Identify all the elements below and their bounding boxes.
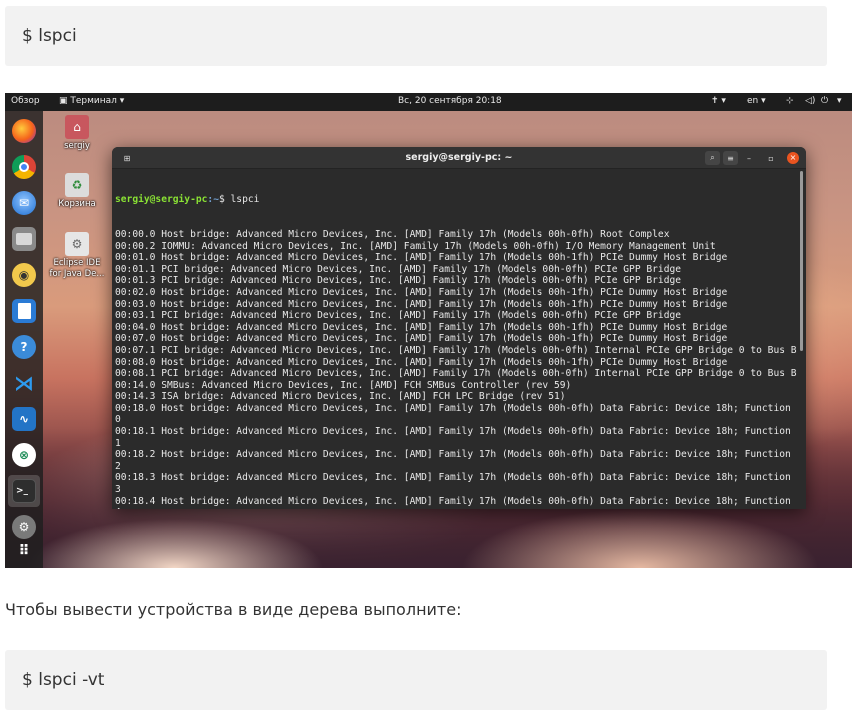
terminal-output-line: 00:07.0 Host bridge: Advanced Micro Devi… [115, 333, 728, 345]
code-block-lspci-vt: $ lspci -vt [5, 650, 827, 710]
terminal-title: sergiy@sergiy-pc: ~ [405, 152, 513, 163]
top-bar: Обзор ▣ Терминал ▾ Вс, 20 сентября 20:18… [5, 93, 852, 111]
thunderbird-icon[interactable]: ✉ [12, 191, 36, 215]
terminal-output-line: 1 [115, 437, 121, 449]
chrome-icon[interactable] [12, 155, 36, 179]
minimize-icon[interactable]: – [742, 151, 756, 165]
desktop-home-folder[interactable]: ⌂ sergiy [42, 115, 112, 152]
dock: ✉ ◉ ? ⋊ ∿ ⊗ >_ ⚙ ⠿ [5, 111, 43, 568]
terminal-output-line: 00:18.3 Host bridge: Advanced Micro Devi… [115, 472, 791, 484]
terminal-output-line: 00:18.1 Host bridge: Advanced Micro Devi… [115, 426, 791, 438]
settings-icon[interactable]: ⚙ [12, 515, 36, 539]
terminal-output-line: 00:01.3 PCI bridge: Advanced Micro Devic… [115, 275, 682, 287]
terminal-titlebar[interactable]: ⊞ sergiy@sergiy-pc: ~ ⌕ ≡ – ▫ × [112, 147, 806, 169]
maximize-icon[interactable]: ▫ [764, 151, 778, 165]
search-icon[interactable]: ⌕ [705, 151, 720, 165]
volume-icon[interactable]: ◁) [805, 96, 815, 106]
desktop-trash[interactable]: ♻ Корзина [42, 173, 112, 210]
terminal-output-line: 2 [115, 460, 121, 472]
code-text: $ lspci -vt [22, 670, 105, 690]
system-monitor-icon[interactable]: ∿ [12, 407, 36, 431]
accessibility-icon[interactable]: ✝ ▾ [711, 96, 726, 106]
terminal-output-line: 00:07.1 PCI bridge: Advanced Micro Devic… [115, 344, 797, 356]
app-menu-label: Терминал ▾ [70, 96, 125, 106]
terminal-scrollbar[interactable] [800, 171, 803, 351]
terminal-output-line: 00:18.4 Host bridge: Advanced Micro Devi… [115, 495, 791, 507]
terminal-output-line: 00:01.0 Host bridge: Advanced Micro Devi… [115, 252, 728, 264]
terminal-window[interactable]: ⊞ sergiy@sergiy-pc: ~ ⌕ ≡ – ▫ × sergiy@s… [112, 147, 806, 509]
code-block-lspci: $ lspci [5, 6, 827, 66]
code-text: $ lspci [22, 26, 77, 46]
desktop-icon-label: Eclipse IDE [53, 258, 101, 268]
prompt-user: sergiy@sergiy-pc [115, 194, 208, 206]
terminal-output-line: 00:18.2 Host bridge: Advanced Micro Devi… [115, 449, 791, 461]
terminal-output-line: 00:08.1 PCI bridge: Advanced Micro Devic… [115, 368, 797, 380]
files-icon[interactable] [12, 227, 36, 251]
terminal-output-line: 00:04.0 Host bridge: Advanced Micro Devi… [115, 321, 728, 333]
terminal-output-line: 00:08.0 Host bridge: Advanced Micro Devi… [115, 356, 728, 368]
prompt-command: $ lspci [218, 194, 260, 206]
prompt-line: sergiy@sergiy-pc:~$ lspci [115, 194, 799, 206]
desktop-icon-label: Корзина [58, 199, 96, 209]
paragraph-text: Чтобы вывести устройства в виде дерева в… [5, 600, 462, 619]
system-menu-chevron-icon[interactable]: ▾ [837, 96, 842, 106]
terminal-output-line: 00:14.0 SMBus: Advanced Micro Devices, I… [115, 379, 572, 391]
terminal-output-line: 00:02.0 Host bridge: Advanced Micro Devi… [115, 286, 728, 298]
desktop-icon-label: sergiy [64, 141, 90, 151]
terminal-output-line: 00:14.3 ISA bridge: Advanced Micro Devic… [115, 391, 566, 403]
terminal-output-line: 3 [115, 484, 121, 496]
network-icon[interactable]: ⊹ [786, 96, 794, 106]
help-icon[interactable]: ? [12, 335, 36, 359]
terminal-output-line: 00:18.0 Host bridge: Advanced Micro Devi… [115, 402, 791, 414]
desktop-icon-label: for Java De... [49, 269, 105, 279]
terminal-output[interactable]: sergiy@sergiy-pc:~$ lspci 00:00.0 Host b… [115, 171, 799, 509]
prompt-path: :~ [207, 194, 219, 206]
vscode-icon[interactable]: ⋊ [12, 371, 36, 395]
home-folder-icon: ⌂ [65, 115, 89, 139]
menu-icon[interactable]: ≡ [723, 151, 738, 165]
show-apps-icon[interactable]: ⠿ [12, 539, 36, 563]
libreoffice-writer-icon[interactable] [12, 299, 36, 323]
firefox-icon[interactable] [12, 119, 36, 143]
terminal-output-line: 00:03.0 Host bridge: Advanced Micro Devi… [115, 298, 728, 310]
desktop-screenshot: Обзор ▣ Терминал ▾ Вс, 20 сентября 20:18… [5, 93, 852, 568]
desktop-eclipse[interactable]: ⚙ Eclipse IDE for Java De... [42, 232, 112, 280]
crossover-icon[interactable]: ⊗ [12, 443, 36, 467]
eclipse-icon: ⚙ [65, 232, 89, 256]
power-icon[interactable]: ⏻ [821, 96, 828, 106]
terminal-output-line: 4 [115, 507, 799, 509]
close-icon[interactable]: × [787, 152, 799, 164]
terminal-output-line: 00:03.1 PCI bridge: Advanced Micro Devic… [115, 310, 682, 322]
trash-icon: ♻ [65, 173, 89, 197]
app-menu-terminal[interactable]: ▣ Терминал ▾ [59, 96, 124, 106]
language-selector[interactable]: en ▾ [747, 96, 766, 106]
clock[interactable]: Вс, 20 сентября 20:18 [398, 96, 502, 106]
terminal-icon[interactable]: >_ [12, 479, 36, 503]
terminal-output-line: 00:00.2 IOMMU: Advanced Micro Devices, I… [115, 240, 716, 252]
activities-button[interactable]: Обзор [11, 96, 40, 106]
terminal-output-line: 0 [115, 414, 121, 426]
terminal-small-icon: ▣ [59, 96, 71, 106]
rhythmbox-icon[interactable]: ◉ [12, 263, 36, 287]
terminal-output-line: 00:01.1 PCI bridge: Advanced Micro Devic… [115, 263, 682, 275]
terminal-output-line: 00:00.0 Host bridge: Advanced Micro Devi… [115, 228, 670, 240]
